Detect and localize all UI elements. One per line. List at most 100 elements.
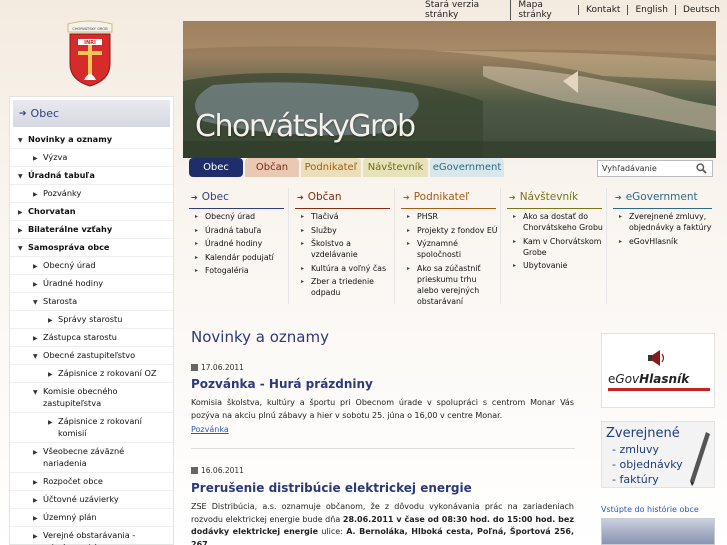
sidebar-item[interactable]: ▼ Komisie obecného zastupiteľstva [10,383,173,413]
menu-column-heading[interactable]: ➔ Podnikateľ [395,188,500,206]
top-link-sitemap[interactable]: Mapa stránky [510,0,578,20]
menu-column: ➔Návštevník Ako sa dostať do Chorvátskeho… [501,188,607,304]
triangle-down-icon: ▼ [33,353,38,360]
sidebar-heading[interactable]: ➔ Obec [13,100,170,127]
coat-of-arms-logo[interactable]: CHORVÁTSKY GROB INRI [64,20,116,90]
sidebar-item[interactable]: ▼ Úradná tabuľa [10,167,173,185]
megaphone-icon [648,350,665,366]
sidebar-item[interactable]: ▼ Novinky a oznamy [10,131,173,149]
sidebar-heading-label: Obec [30,107,60,120]
menu-item[interactable]: Zber a triedenie odpadu [289,276,394,298]
news-link-invitation[interactable]: Pozvánka [191,425,229,434]
left-sidebar: ➔ Obec ▼ Novinky a oznamy ▶ Výzva ▼ Úradná ta… [9,96,174,545]
sidebar-item[interactable]: ▶ Chorvatan [10,203,173,221]
menu-item[interactable]: Školstvo a vzdelávanie [289,238,394,260]
menu-column-heading[interactable]: ➔ eGovernment [607,188,716,206]
news-title[interactable]: Prerušenie distribúcie elektrickej energ… [191,481,472,495]
zmluvy-line: - objednávky [612,458,683,471]
sidebar-item[interactable]: ▶ Výzva [10,149,173,167]
top-link-deutsch[interactable]: Deutsch [674,5,727,15]
sidebar-item[interactable]: ▼ Starosta [10,293,173,311]
menu-item[interactable]: Ubytovanie [501,260,606,271]
menu-column-rule [613,208,712,209]
menu-item[interactable]: Obecný úrad [183,211,288,222]
menu-item[interactable]: Ako sa zúčastniť prieskumu trhu alebo ve… [395,263,500,307]
sidebar-item-label: Novinky a oznamy [28,134,113,144]
sidebar-item-label: Zápisnice z rokovaní komisií [58,416,142,438]
sidebar-item[interactable]: ▶ Pozvánky [10,185,173,203]
egov-hlasnik-banner[interactable]: eGovHlasník [601,333,715,408]
sidebar-item[interactable]: ▶ Rozpočet obce [10,473,173,491]
sidebar-item[interactable]: ▼ Samospráva obce [10,239,173,257]
history-thumbnail[interactable] [601,518,715,545]
menu-column: ➔eGovernment Zverejnené zmluvy, objednávk… [607,188,716,304]
top-link-contact[interactable]: Kontakt [578,5,627,15]
menu-item[interactable]: Úradné hodiny [183,238,288,249]
page-title: Novinky a oznamy [191,328,329,346]
sidebar-item[interactable]: ▶ Účtovné uzávierky [10,491,173,509]
zmluvy-title: Zverejnené [606,426,680,441]
tab-podnikatel[interactable]: Podnikateľ [301,158,361,177]
menu-column: ➔Občan Tlačivá Služby Školstvo a vzdelávani… [289,188,395,304]
calendar-icon [191,467,198,474]
sidebar-item[interactable]: ▶ Zápisnice z rokovaní OZ [10,365,173,383]
arrow-right-icon: ➔ [19,108,27,119]
sidebar-item[interactable]: ▶ Zápisnice z rokovaní komisií [10,413,173,443]
news-title[interactable]: Pozvánka - Hurá prázdniny [191,377,373,391]
history-link[interactable]: Vstúpte do histórie obce [601,505,699,514]
menu-item[interactable]: Kam v Chorvátskom Grobe [501,236,606,258]
menu-item[interactable]: PHSR [395,211,500,222]
search-button[interactable] [693,161,709,176]
sidebar-item-label: Bilaterálne vzťahy [28,224,113,234]
tab-egovernment[interactable]: eGovernment [430,158,504,177]
menu-item[interactable]: Tlačivá [289,211,394,222]
menu-column-heading[interactable]: ➔ Návštevník [501,188,606,206]
triangle-down-icon: ▼ [18,137,23,144]
tab-obcan[interactable]: Občan [245,158,299,177]
menu-item[interactable]: Kultúra a voľný čas [289,263,394,274]
menu-item[interactable]: Fotogaléria [183,265,288,276]
zmluvy-line: - faktúry [612,473,659,486]
sidebar-item[interactable]: ▶ Obecný úrad [10,257,173,275]
sidebar-item[interactable]: ▶ Správy starostu [10,311,173,329]
menu-item[interactable]: Služby [289,225,394,236]
menu-item[interactable]: Úradná tabuľa [183,225,288,236]
tab-navstevnik[interactable]: Návštevník [363,158,428,177]
top-link-old-version[interactable]: Stará verzia stránky [418,0,510,20]
menu-item[interactable]: eGovHlasník [607,236,716,247]
sidebar-item[interactable]: ▼ Obecné zastupiteľstvo [10,347,173,365]
triangle-right-icon: ▶ [48,317,53,324]
sidebar-item-label: Účtovné uzávierky [43,494,119,504]
magnifier-icon [695,163,707,174]
menu-column-rule [295,208,390,209]
menu-item[interactable]: Ako sa dostať do Chorvátskeho Grobu [501,211,606,233]
news-date: 17.06.2011 [191,363,244,372]
menu-column-heading-label: Podnikateľ [413,191,470,203]
triangle-right-icon: ▶ [48,419,53,426]
menu-item[interactable]: Zverejnené zmluvy, objednávky a faktúry [607,211,716,233]
sidebar-item[interactable]: ▶ Bilaterálne vzťahy [10,221,173,239]
menu-column-heading-label: eGovernment [625,191,698,203]
menu-item[interactable]: Kalendár podujatí [183,252,288,263]
menu-column-heading-label: Občan [307,191,342,203]
sidebar-item[interactable]: ▶ Územný plán [10,509,173,527]
menu-column-heading[interactable]: ➔ Občan [289,188,394,206]
search-input[interactable] [598,161,693,176]
menu-item[interactable]: Projekty z fondov EÚ [395,225,500,236]
tab-obec[interactable]: Obec [189,158,243,177]
sidebar-item[interactable]: ▶ Úradné hodiny [10,275,173,293]
menu-column-heading[interactable]: ➔ Obec [183,188,288,206]
zverejnene-zmluvy-banner[interactable]: Zverejnené - zmluvy - objednávky - faktú… [601,421,715,488]
triangle-right-icon: ▶ [33,497,38,504]
triangle-down-icon: ▼ [33,389,38,396]
top-link-english[interactable]: English [627,5,675,15]
sidebar-item[interactable]: ▶ Verejné obstarávania - prieskumy trhu [10,527,173,545]
sidebar-item[interactable]: ▶ Zástupca starostu [10,329,173,347]
sidebar-item-label: Správy starostu [58,314,123,324]
egov-prefix: e [608,372,615,386]
sidebar-item-label: Úradné hodiny [43,278,104,288]
menu-item[interactable]: Významné spoločnosti [395,238,500,260]
sidebar-item[interactable]: ▶ Všeobecne záväzné nariadenia [10,443,173,473]
calendar-icon [191,364,198,371]
menu-column: ➔Obec Obecný úrad Úradná tabuľa Úradné hodi… [183,188,289,304]
